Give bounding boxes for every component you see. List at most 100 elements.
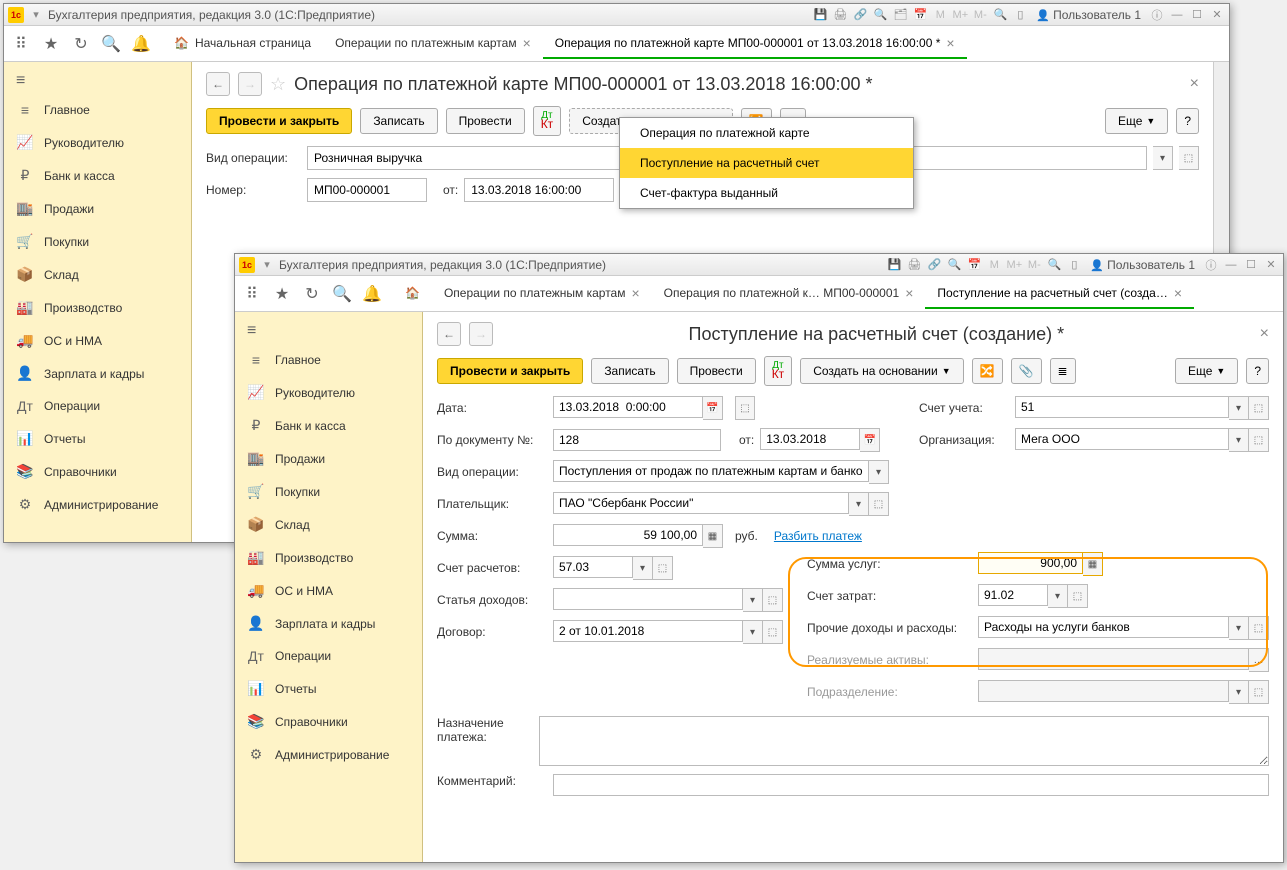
account-field[interactable] (1015, 396, 1229, 418)
field-open-icon[interactable]: ⬚ (763, 620, 783, 644)
sidebar-toggle-icon[interactable]: ≡ (4, 68, 191, 94)
field-dropdown-icon[interactable]: ▾ (743, 588, 763, 612)
sidebar-item-stock[interactable]: 📦Склад (4, 258, 191, 291)
create-based-button[interactable]: Создать на основании ▼ (800, 358, 963, 384)
minimize-icon[interactable]: — (1169, 7, 1185, 23)
field-open-icon[interactable]: ⬚ (653, 556, 673, 580)
help-button[interactable]: ? (1246, 358, 1269, 384)
info-icon[interactable]: ⓘ (1203, 257, 1219, 273)
tab-close-icon[interactable]: × (631, 285, 639, 301)
history-icon[interactable]: ↻ (301, 283, 323, 305)
help-button[interactable]: ? (1176, 108, 1199, 134)
info-icon[interactable]: ⓘ (1149, 7, 1165, 23)
print-icon[interactable]: 🖨 (906, 257, 922, 273)
field-dropdown-icon[interactable]: ▾ (1229, 396, 1249, 420)
sidebar-item-salary[interactable]: 👤Зарплата и кадры (4, 357, 191, 390)
dtkt-button[interactable]: ДтКт (533, 106, 562, 136)
cost-account-field[interactable] (978, 584, 1048, 606)
sidebar-item-stock[interactable]: 📦Склад (235, 508, 422, 541)
date-field[interactable] (553, 396, 703, 418)
field-dropdown-icon[interactable]: ▾ (869, 460, 889, 484)
search-icon[interactable]: 🔍 (946, 257, 962, 273)
income-field[interactable] (553, 588, 743, 610)
close-content-icon[interactable]: × (1260, 325, 1269, 343)
history-icon[interactable]: ↻ (70, 33, 92, 55)
sidebar-item-refs[interactable]: 📚Справочники (235, 705, 422, 738)
m-icon[interactable]: M (932, 7, 948, 23)
forward-button[interactable]: → (469, 322, 493, 346)
menu-item-card-operation[interactable]: Операция по платежной карте (620, 118, 913, 148)
calendar-icon[interactable]: 📅 (966, 257, 982, 273)
sidebar-item-assets[interactable]: 🚚ОС и НМА (4, 324, 191, 357)
tab-operation-doc[interactable]: Операция по платежной к… МП00-000001× (652, 279, 926, 309)
mminus-icon[interactable]: M- (972, 7, 988, 23)
sidebar-item-bank[interactable]: ₽Банк и касса (4, 159, 191, 192)
link-icon[interactable]: 🔗 (926, 257, 942, 273)
tab-operation-doc[interactable]: Операция по платежной карте МП00-000001 … (543, 29, 967, 59)
more-button[interactable]: Еще ▼ (1105, 108, 1168, 134)
post-and-close-button[interactable]: Провести и закрыть (437, 358, 583, 384)
sidebar-item-admin[interactable]: ⚙Администрирование (235, 738, 422, 771)
mplus-icon[interactable]: M+ (1006, 257, 1022, 273)
zoom-icon[interactable]: 🔍 (992, 7, 1008, 23)
print-icon[interactable]: 🖨 (832, 7, 848, 23)
star-icon[interactable]: ★ (271, 283, 293, 305)
sidebar-item-purchases[interactable]: 🛒Покупки (4, 225, 191, 258)
field-open-icon[interactable]: ⬚ (1249, 428, 1269, 452)
sidebar-item-purchases[interactable]: 🛒Покупки (235, 475, 422, 508)
link-icon[interactable]: 🔗 (852, 7, 868, 23)
sidebar-item-admin[interactable]: ⚙Администрирование (4, 488, 191, 521)
close-icon[interactable]: ✕ (1209, 7, 1225, 23)
dropdown-icon[interactable]: ▾ (259, 257, 275, 273)
tab-home[interactable]: 🏠 Начальная страница (170, 29, 323, 59)
sidebar-item-operations[interactable]: ДтОперации (235, 640, 422, 672)
docdate-field[interactable] (760, 428, 860, 450)
sidebar-item-bank[interactable]: ₽Банк и касса (235, 409, 422, 442)
dropdown-icon[interactable]: ▾ (28, 7, 44, 23)
sidebar-item-production[interactable]: 🏭Производство (4, 291, 191, 324)
tab-close-icon[interactable]: × (905, 285, 913, 301)
tab-home[interactable]: 🏠 (401, 279, 432, 309)
favorite-icon[interactable]: ☆ (270, 74, 286, 95)
maximize-icon[interactable]: ☐ (1189, 7, 1205, 23)
field-dropdown-icon[interactable]: ▾ (1048, 584, 1068, 608)
field-dropdown-icon[interactable]: ▾ (849, 492, 869, 516)
optype-field[interactable] (553, 460, 869, 482)
panel-icon[interactable]: ▯ (1066, 257, 1082, 273)
list-button[interactable]: ≣ (1050, 358, 1076, 384)
sidebar-item-assets[interactable]: 🚚ОС и НМА (235, 574, 422, 607)
attach-button[interactable]: 📎 (1011, 358, 1042, 384)
bell-icon[interactable]: 🔔 (130, 33, 152, 55)
close-icon[interactable]: ✕ (1263, 257, 1279, 273)
bell-icon[interactable]: 🔔 (361, 283, 383, 305)
split-payment-link[interactable]: Разбить платеж (774, 529, 862, 543)
sidebar-item-production[interactable]: 🏭Производство (235, 541, 422, 574)
mplus-icon[interactable]: M+ (952, 7, 968, 23)
tab-bank-receipt[interactable]: Поступление на расчетный счет (созда…× (925, 279, 1194, 309)
menu-item-bank-receipt[interactable]: Поступление на расчетный счет (620, 148, 913, 178)
sidebar-item-salary[interactable]: 👤Зарплата и кадры (235, 607, 422, 640)
sidebar-item-reports[interactable]: 📊Отчеты (235, 672, 422, 705)
tab-close-icon[interactable]: × (523, 35, 531, 51)
field-open-icon[interactable]: ⬚ (763, 588, 783, 612)
m-icon[interactable]: M (986, 257, 1002, 273)
calendar-picker-icon[interactable]: 📅 (703, 396, 723, 420)
search-icon[interactable]: 🔍 (872, 7, 888, 23)
sidebar-item-reports[interactable]: 📊Отчеты (4, 422, 191, 455)
field-open-icon[interactable]: ⬚ (869, 492, 889, 516)
calendar-picker-icon[interactable]: 📅 (860, 428, 880, 452)
service-sum-field[interactable] (978, 552, 1083, 574)
field-open-icon[interactable]: ⬚ (1249, 396, 1269, 420)
link-icon[interactable]: ⬚ (735, 396, 755, 420)
apps-icon[interactable]: ⠿ (241, 283, 263, 305)
settlement-account-field[interactable] (553, 556, 633, 578)
post-button[interactable]: Провести (677, 358, 756, 384)
maximize-icon[interactable]: ☐ (1243, 257, 1259, 273)
structure-button[interactable]: 🔀 (972, 358, 1003, 384)
calc-icon[interactable]: ▦ (1083, 552, 1103, 576)
field-open-icon[interactable]: ⬚ (1179, 146, 1199, 170)
sidebar-item-main[interactable]: ≡Главное (235, 344, 422, 376)
field-dropdown-icon[interactable]: ▾ (1153, 146, 1173, 170)
back-button[interactable]: ← (437, 322, 461, 346)
menu-item-invoice[interactable]: Счет-фактура выданный (620, 178, 913, 208)
